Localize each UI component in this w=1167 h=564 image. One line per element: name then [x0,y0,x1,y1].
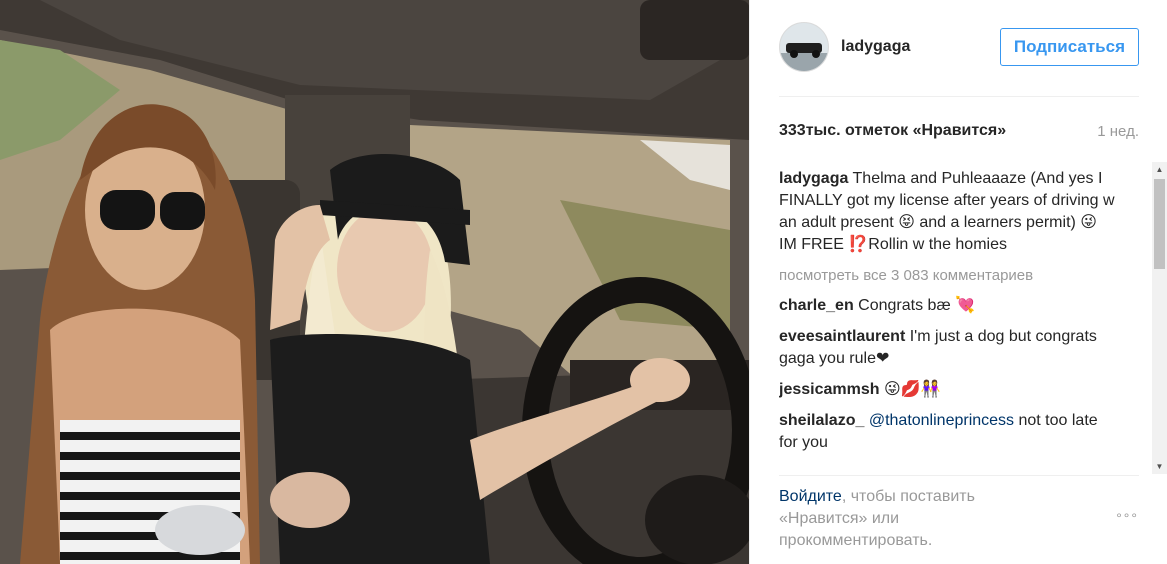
scrollbar-thumb[interactable] [1154,179,1165,269]
footer-divider [779,475,1139,476]
view-all-comments-link[interactable]: посмотреть все 3 083 комментариев [779,265,1119,287]
comment-username[interactable]: jessicammsh [779,381,880,398]
scroll-up-arrow-icon[interactable]: ▲ [1152,162,1167,177]
scroll-down-arrow-icon[interactable]: ▼ [1152,459,1167,474]
comment-item: jessicammsh 😜💋👭 [779,379,1119,401]
instagram-post-view: ladygaga Подписаться 333тыс. отметок «Нр… [0,0,1167,564]
comment-item: charle_en Congrats bæ 💘 [779,295,1119,317]
login-prompt: Войдите, чтобы поставить «Нравится» или … [779,486,1019,552]
comments-list[interactable]: ladygaga Thelma and Puhleaaaze (And yes … [779,168,1119,474]
comment-item: sheilalazo_ @thatonlineprincess not too … [779,410,1119,454]
login-link[interactable]: Войдите [779,488,842,505]
comment-text: 😜💋👭 [883,381,941,398]
comment-username[interactable]: eveesaintlaurent [779,328,905,345]
caption-username[interactable]: ladygaga [779,170,848,187]
more-options-icon[interactable]: °°° [1116,510,1139,526]
comment-item: eveesaintlaurent I'm just a dog but cong… [779,326,1119,370]
post-time[interactable]: 1 нед. [1097,123,1139,140]
follow-button[interactable]: Подписаться [999,28,1139,66]
comment-text: Congrats bæ 💘 [858,297,976,314]
comment-username[interactable]: charle_en [779,297,854,314]
comment-mention-link[interactable]: @thatonlineprincess [869,412,1014,429]
post-author-username[interactable]: ladygaga [841,38,910,56]
caption: ladygaga Thelma and Puhleaaaze (And yes … [779,168,1119,256]
avatar-image [780,23,828,71]
post-footer: Войдите, чтобы поставить «Нравится» или … [779,486,1139,556]
comments-section: ladygaga Thelma and Puhleaaaze (And yes … [779,162,1167,474]
post-photo-image [0,0,749,564]
post-side-panel: ladygaga Подписаться 333тыс. отметок «Нр… [749,0,1167,564]
header-divider [779,96,1139,97]
comments-scrollbar[interactable]: ▲ ▼ [1152,162,1167,474]
post-header: ladygaga Подписаться [779,20,1139,74]
comment-username[interactable]: sheilalazo_ [779,412,864,429]
likes-count[interactable]: 333тыс. отметок «Нравится» [779,122,1006,140]
avatar[interactable] [779,22,829,72]
post-photo[interactable] [0,0,749,564]
likes-row: 333тыс. отметок «Нравится» 1 нед. [779,122,1139,140]
